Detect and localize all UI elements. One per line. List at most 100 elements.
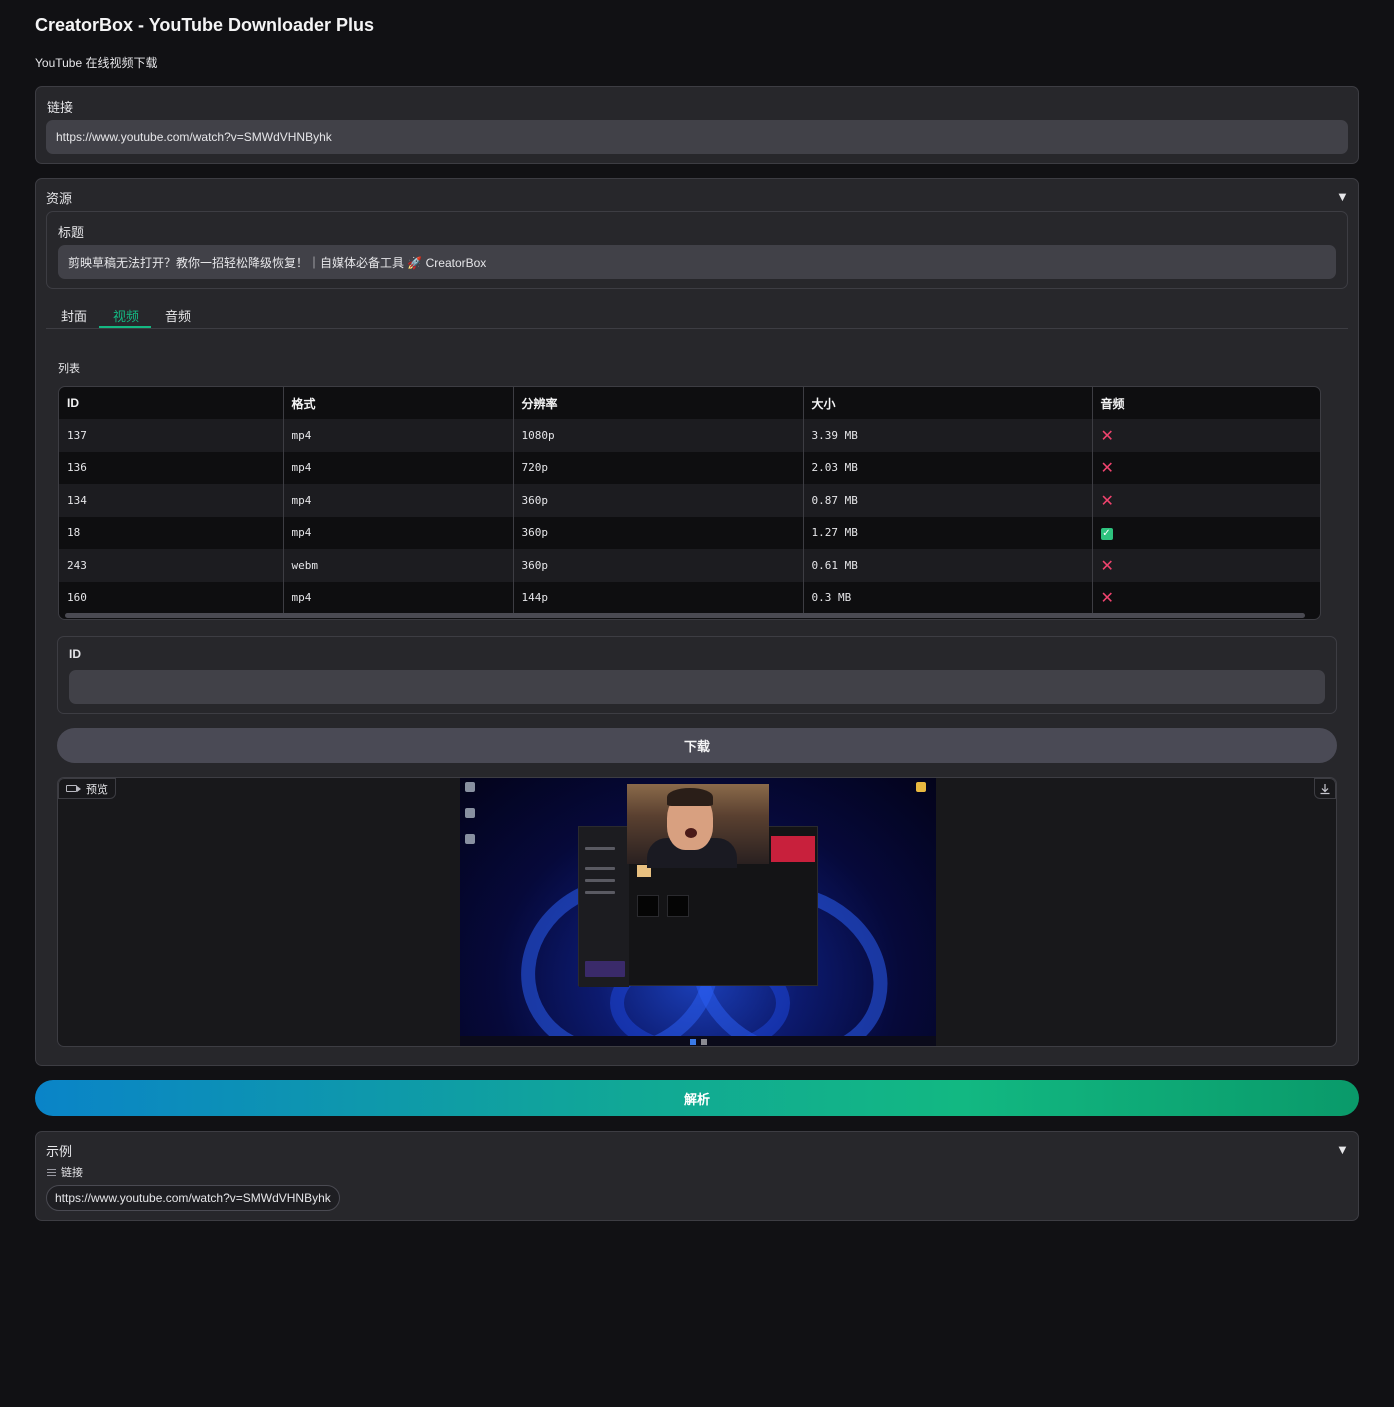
- table-cell-audio[interactable]: ✕: [1091, 549, 1320, 582]
- table-cell-size[interactable]: 2.03 MB: [802, 451, 1092, 484]
- resources-chevron-down-icon[interactable]: ▼: [1336, 189, 1349, 204]
- app-window-thumbnail: [667, 895, 689, 917]
- list-icon: [47, 1168, 56, 1176]
- taskbar-app-icon: [701, 1039, 707, 1045]
- table-cell-size[interactable]: 0.61 MB: [802, 549, 1092, 582]
- app-window-thumbnail: [637, 895, 659, 917]
- table-row[interactable]: 243 webm 360p 0.61 MB ✕: [59, 549, 1320, 582]
- format-table: ID 格式 分辨率 大小 音频 137 mp4 1080p 3.39 MB ✕ 136 mp…: [58, 386, 1321, 620]
- column-header-resolution[interactable]: 分辨率: [512, 387, 803, 419]
- desktop-icon: [465, 808, 475, 818]
- table-cell-size[interactable]: 3.39 MB: [802, 419, 1092, 452]
- table-cell-size[interactable]: 0.87 MB: [802, 484, 1092, 517]
- table-cell-format[interactable]: mp4: [282, 581, 513, 614]
- list-label: 列表: [58, 363, 80, 375]
- table-horizontal-scrollbar[interactable]: [65, 613, 1305, 618]
- table-cell-format[interactable]: mp4: [282, 419, 513, 452]
- table-cell-id[interactable]: 137: [59, 419, 283, 452]
- cross-icon: ✕: [1100, 425, 1114, 445]
- table-cell-format[interactable]: mp4: [282, 484, 513, 517]
- app-window-sidebar: [579, 827, 629, 987]
- video-player[interactable]: [460, 778, 936, 1046]
- app-window-menu-item: [585, 867, 615, 870]
- video-icon: [66, 785, 81, 792]
- examples-column-header: 链接: [47, 1164, 83, 1180]
- link-input[interactable]: https://www.youtube.com/watch?v=SMWdVHNB…: [46, 120, 1348, 154]
- video-taskbar: [460, 1036, 936, 1046]
- app-subtitle: YouTube 在线视频下载: [35, 56, 158, 70]
- cross-icon: ✕: [1100, 490, 1114, 510]
- title-block: 标题 剪映草稿无法打开？教你一招轻松降级恢复！｜自媒体必备工具 🚀 Creato…: [46, 211, 1348, 289]
- table-cell-id[interactable]: 18: [59, 516, 283, 549]
- examples-column-label: 链接: [61, 1167, 83, 1179]
- table-cell-audio[interactable]: ✕: [1091, 451, 1320, 484]
- table-cell-audio[interactable]: ✓: [1091, 516, 1320, 549]
- examples-chevron-down-icon[interactable]: ▼: [1336, 1142, 1349, 1157]
- id-input[interactable]: [69, 670, 1325, 704]
- table-cell-id[interactable]: 136: [59, 451, 283, 484]
- cross-icon: ✕: [1100, 555, 1114, 575]
- link-block: 链接 https://www.youtube.com/watch?v=SMWdV…: [35, 86, 1359, 164]
- column-header-size[interactable]: 大小: [802, 387, 1092, 419]
- example-item[interactable]: https://www.youtube.com/watch?v=SMWdVHNB…: [46, 1185, 340, 1211]
- table-row[interactable]: 137 mp4 1080p 3.39 MB ✕: [59, 419, 1320, 452]
- app-window-menu-item: [585, 891, 615, 894]
- title-label: 标题: [58, 225, 85, 240]
- table-row[interactable]: 134 mp4 360p 0.87 MB ✕: [59, 484, 1320, 517]
- id-block: ID: [57, 636, 1337, 714]
- table-cell-audio[interactable]: ✕: [1091, 419, 1320, 452]
- table-cell-format[interactable]: mp4: [282, 451, 513, 484]
- column-header-id[interactable]: ID: [59, 387, 283, 419]
- cross-icon: ✕: [1100, 588, 1114, 608]
- desktop-icon: [465, 782, 475, 792]
- table-cell-audio[interactable]: ✕: [1091, 484, 1320, 517]
- resources-label[interactable]: 资源: [46, 188, 72, 207]
- tab-cover[interactable]: 封面: [61, 306, 87, 325]
- table-cell-resolution[interactable]: 1080p: [512, 419, 803, 452]
- table-cell-resolution[interactable]: 720p: [512, 451, 803, 484]
- table-row[interactable]: 18 mp4 360p 1.27 MB ✓: [59, 516, 1320, 549]
- video-overlay-person: [627, 784, 769, 868]
- table-cell-resolution[interactable]: 360p: [512, 549, 803, 582]
- app-window-menu-item: [585, 847, 615, 850]
- table-cell-id[interactable]: 160: [59, 581, 283, 614]
- table-cell-format[interactable]: mp4: [282, 516, 513, 549]
- id-label: ID: [69, 647, 81, 661]
- title-input[interactable]: 剪映草稿无法打开？教你一招轻松降级恢复！｜自媒体必备工具 🚀 CreatorBo…: [58, 245, 1336, 279]
- table-row[interactable]: 136 mp4 720p 2.03 MB ✕: [59, 451, 1320, 484]
- start-icon: [690, 1039, 696, 1045]
- cross-icon: ✕: [1100, 458, 1114, 478]
- tab-audio[interactable]: 音频: [165, 306, 191, 325]
- app-window-banner: [585, 961, 625, 977]
- tab-video[interactable]: 视频: [113, 306, 139, 325]
- table-cell-size[interactable]: 1.27 MB: [802, 516, 1092, 549]
- folder-icon: [916, 782, 926, 792]
- person-hair: [667, 788, 713, 806]
- preview-badge: 预览: [58, 778, 116, 799]
- video-red-block: [771, 836, 815, 862]
- table-cell-resolution[interactable]: 144p: [512, 581, 803, 614]
- download-icon[interactable]: [1314, 778, 1336, 799]
- format-tabs: 封面 视频 音频: [46, 297, 1348, 329]
- column-header-audio[interactable]: 音频: [1091, 387, 1320, 419]
- download-button[interactable]: 下载: [57, 728, 1337, 763]
- table-cell-audio[interactable]: ✕: [1091, 581, 1320, 614]
- table-cell-resolution[interactable]: 360p: [512, 484, 803, 517]
- video-preview: 预览: [57, 777, 1337, 1047]
- person-mouth: [685, 828, 697, 838]
- table-row[interactable]: 160 mp4 144p 0.3 MB ✕: [59, 581, 1320, 614]
- table-cell-id[interactable]: 243: [59, 549, 283, 582]
- check-icon: ✓: [1100, 527, 1113, 540]
- app-window-menu-item: [585, 879, 615, 882]
- table-cell-format[interactable]: webm: [282, 549, 513, 582]
- table-cell-id[interactable]: 134: [59, 484, 283, 517]
- parse-button[interactable]: 解析: [35, 1080, 1359, 1116]
- table-cell-size[interactable]: 0.3 MB: [802, 581, 1092, 614]
- table-cell-resolution[interactable]: 360p: [512, 516, 803, 549]
- link-label: 链接: [47, 100, 74, 115]
- examples-label[interactable]: 示例: [46, 1141, 72, 1160]
- tab-active-indicator: [99, 326, 151, 328]
- column-header-format[interactable]: 格式: [282, 387, 513, 419]
- app-title: CreatorBox - YouTube Downloader Plus: [35, 15, 375, 35]
- desktop-icon: [465, 834, 475, 844]
